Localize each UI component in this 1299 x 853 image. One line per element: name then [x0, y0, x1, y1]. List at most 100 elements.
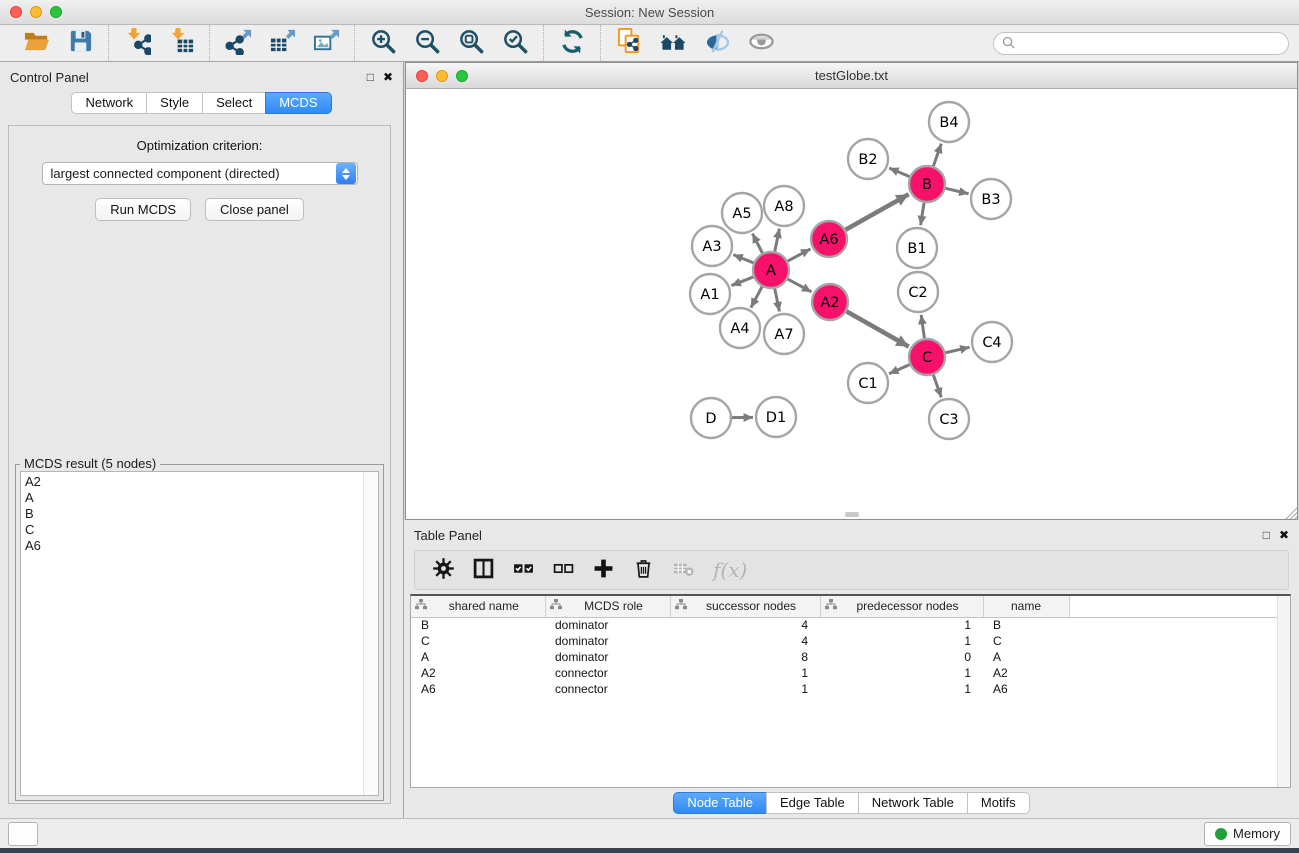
graph-edge-A-A8[interactable]: [775, 229, 780, 252]
import-network-button[interactable]: [115, 26, 159, 60]
table-cell[interactable]: dominator: [545, 633, 670, 649]
zoom-window-button[interactable]: [50, 6, 62, 18]
graph-edge-B-B4[interactable]: [933, 144, 941, 166]
column-header-shared-name[interactable]: shared name: [411, 596, 545, 617]
search-field[interactable]: [993, 32, 1289, 55]
tab-mcds[interactable]: MCDS: [265, 92, 331, 114]
add-button[interactable]: [585, 553, 621, 587]
table-cell[interactable]: 1: [820, 617, 983, 633]
table-cell[interactable]: A6: [411, 681, 545, 697]
zoom-out-button[interactable]: [405, 26, 449, 60]
table-cell[interactable]: dominator: [545, 649, 670, 665]
graph-edge-A-A1[interactable]: [731, 277, 753, 286]
table-cell[interactable]: 4: [670, 617, 820, 633]
table-cell[interactable]: C: [983, 633, 1069, 649]
table-row[interactable]: A2connector11A2: [411, 665, 1290, 681]
graph-node-A8[interactable]: A8: [764, 186, 804, 226]
table-cell[interactable]: B: [983, 617, 1069, 633]
graph-edge-B-B1[interactable]: [921, 203, 925, 226]
resize-grip-icon[interactable]: [1285, 507, 1297, 519]
table-cell[interactable]: A: [983, 649, 1069, 665]
run-mcds-button[interactable]: Run MCDS: [95, 198, 191, 221]
graph-node-B4[interactable]: B4: [929, 102, 969, 142]
zoom-selected-button[interactable]: [493, 26, 537, 60]
table-cell[interactable]: 1: [820, 681, 983, 697]
graph-edge-A-A5[interactable]: [752, 233, 762, 253]
graph-node-A1[interactable]: A1: [690, 274, 730, 314]
table-cell[interactable]: 1: [820, 633, 983, 649]
graph-node-C2[interactable]: C2: [898, 272, 938, 312]
table-cell[interactable]: 4: [670, 633, 820, 649]
graph-node-B2[interactable]: B2: [848, 139, 888, 179]
minimize-window-button[interactable]: [30, 6, 42, 18]
graph-node-B3[interactable]: B3: [971, 179, 1011, 219]
delete-button[interactable]: [625, 553, 661, 587]
column-header-successor-nodes[interactable]: successor nodes: [670, 596, 820, 617]
task-history-button[interactable]: [8, 822, 38, 846]
column-header-name[interactable]: name: [983, 596, 1069, 617]
graph-edge-B-B3[interactable]: [945, 188, 968, 193]
zoom-fit-button[interactable]: [449, 26, 493, 60]
optimization-criterion-dropdown[interactable]: largest connected component (directed): [42, 162, 358, 185]
settings-button[interactable]: [425, 553, 461, 587]
column-header-MCDS-role[interactable]: MCDS role: [545, 596, 670, 617]
table-row[interactable]: Bdominator41B: [411, 617, 1290, 633]
graph-node-C1[interactable]: C1: [848, 363, 888, 403]
columns-button[interactable]: [465, 553, 501, 587]
tab-node-table[interactable]: Node Table: [673, 792, 767, 814]
close-table-panel-icon[interactable]: ✖: [1279, 528, 1289, 542]
tab-select[interactable]: Select: [202, 92, 266, 114]
table-cell[interactable]: 1: [670, 665, 820, 681]
table-cell[interactable]: A2: [983, 665, 1069, 681]
memory-button[interactable]: Memory: [1204, 822, 1291, 846]
graph-node-A7[interactable]: A7: [764, 314, 804, 354]
export-image-button[interactable]: [304, 26, 348, 60]
close-panel-button[interactable]: Close panel: [205, 198, 304, 221]
open-button[interactable]: [14, 26, 58, 60]
table-row[interactable]: Cdominator41C: [411, 633, 1290, 649]
graph-edge-C-C1[interactable]: [889, 365, 910, 374]
table-cell[interactable]: A2: [411, 665, 545, 681]
home-button[interactable]: [651, 26, 695, 60]
graph-node-A[interactable]: A: [753, 252, 789, 288]
deselect-all-button[interactable]: [545, 553, 581, 587]
tab-network-table[interactable]: Network Table: [858, 792, 968, 814]
float-table-panel-icon[interactable]: □: [1263, 528, 1270, 542]
table-cell[interactable]: 0: [820, 649, 983, 665]
graph-node-D1[interactable]: D1: [756, 397, 796, 437]
mcds-result-item[interactable]: A6: [21, 538, 378, 554]
show-button[interactable]: [739, 26, 783, 60]
graph-node-A5[interactable]: A5: [722, 193, 762, 233]
tab-edge-table[interactable]: Edge Table: [766, 792, 859, 814]
refresh-button[interactable]: [550, 26, 594, 60]
float-panel-icon[interactable]: □: [367, 70, 374, 84]
graph-node-C[interactable]: C: [909, 339, 945, 375]
graph-node-A3[interactable]: A3: [692, 226, 732, 266]
graph-node-B1[interactable]: B1: [897, 228, 937, 268]
save-button[interactable]: [58, 26, 102, 60]
table-cell[interactable]: 1: [670, 681, 820, 697]
network-canvas[interactable]: B4B2BB3A5A8A6B1A3AC2A1A2A4A7C4CC1C3DD1: [406, 89, 1297, 511]
mcds-result-item[interactable]: C: [21, 522, 378, 538]
graph-edge-C-C2[interactable]: [921, 315, 924, 338]
graph-node-C3[interactable]: C3: [929, 399, 969, 439]
hide-button[interactable]: [695, 26, 739, 60]
graph-node-B[interactable]: B: [909, 166, 945, 202]
graph-edge-A6-B[interactable]: [846, 194, 909, 229]
graph-edge-B-B2[interactable]: [889, 168, 909, 177]
tab-style[interactable]: Style: [146, 92, 203, 114]
graph-node-A6[interactable]: A6: [811, 221, 847, 257]
select-all-button[interactable]: [505, 553, 541, 587]
table-cell[interactable]: 1: [820, 665, 983, 681]
export-network-button[interactable]: [216, 26, 260, 60]
graph-edge-C-C3[interactable]: [933, 375, 941, 397]
table-cell[interactable]: dominator: [545, 617, 670, 633]
close-window-button[interactable]: [10, 6, 22, 18]
clone-network-button[interactable]: [607, 26, 651, 60]
table-cell[interactable]: connector: [545, 665, 670, 681]
horizontal-scroll-thumb[interactable]: [845, 512, 859, 517]
table-cell[interactable]: 8: [670, 649, 820, 665]
graph-edge-C-C4[interactable]: [946, 347, 970, 353]
mcds-result-item[interactable]: A: [21, 490, 378, 506]
graph-node-A4[interactable]: A4: [720, 308, 760, 348]
